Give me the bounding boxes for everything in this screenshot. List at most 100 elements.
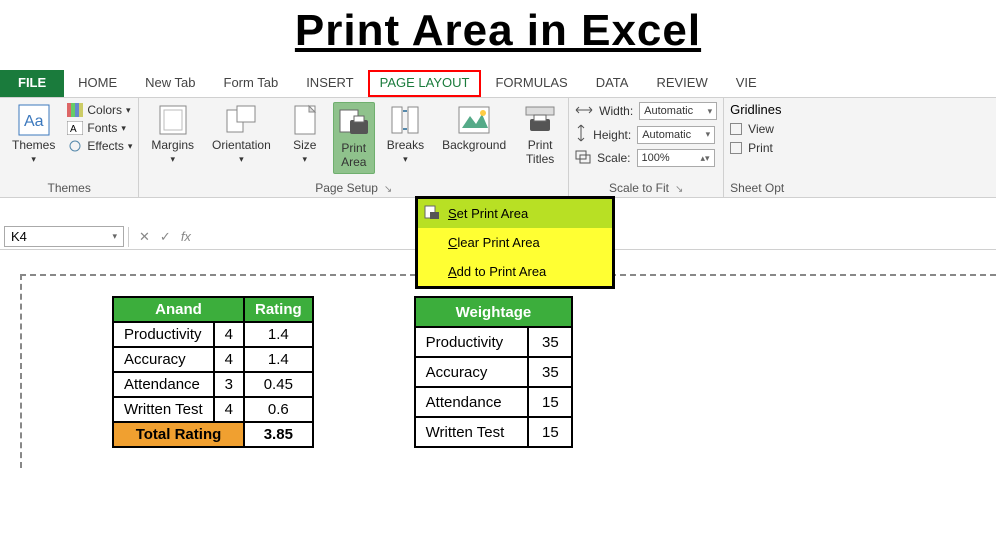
clear-print-area-item[interactable]: Clear Print Area bbox=[418, 228, 612, 257]
table-row[interactable]: Accuracy35 bbox=[415, 357, 573, 387]
table1-header-name: Anand bbox=[113, 297, 244, 322]
print-area-button[interactable]: Print Area bbox=[333, 102, 375, 174]
chevron-down-icon[interactable]: ▾ bbox=[112, 231, 117, 242]
background-label: Background bbox=[442, 138, 506, 152]
ribbon-tabs: FILE HOME New Tab Form Tab INSERT PAGE L… bbox=[0, 70, 996, 98]
colors-icon bbox=[67, 102, 83, 118]
dd-set-label: et Print Area bbox=[457, 206, 529, 221]
table-row[interactable]: Attendance15 bbox=[415, 387, 573, 417]
group-scale-label: Scale to Fit bbox=[609, 181, 669, 195]
dd-clear-label: lear Print Area bbox=[457, 235, 539, 250]
breaks-button[interactable]: Breaks▾ bbox=[381, 102, 430, 167]
group-themes: Aa Themes ▾ Colors▾ A Fonts▾ Effects▾ bbox=[0, 98, 139, 197]
tab-view[interactable]: VIE bbox=[722, 70, 771, 97]
table-row[interactable]: Accuracy41.4 bbox=[113, 347, 313, 372]
margins-label: Margins bbox=[151, 138, 194, 152]
table-row[interactable]: Written Test40.6 bbox=[113, 397, 313, 422]
dialog-launcher-icon[interactable]: ↘ bbox=[384, 184, 392, 195]
tab-review[interactable]: REVIEW bbox=[642, 70, 721, 97]
print-area-icon bbox=[338, 107, 370, 139]
fx-icon[interactable]: fx bbox=[181, 229, 191, 245]
table-row[interactable]: Attendance30.45 bbox=[113, 372, 313, 397]
breaks-label: Breaks bbox=[387, 138, 424, 152]
print-label: Print bbox=[748, 141, 773, 155]
total-row[interactable]: Total Rating3.85 bbox=[113, 422, 313, 447]
page-title: Print Area in Excel bbox=[0, 6, 996, 56]
background-button[interactable]: Background bbox=[436, 102, 512, 154]
width-label: Width: bbox=[599, 104, 633, 118]
print-titles-label: Print Titles bbox=[526, 138, 554, 166]
themes-button[interactable]: Aa Themes ▾ bbox=[6, 102, 61, 167]
size-button[interactable]: Size▾ bbox=[283, 102, 327, 167]
cancel-icon[interactable]: ✕ bbox=[139, 229, 150, 245]
gridlines-label: Gridlines bbox=[730, 102, 781, 117]
print-area-dropdown: Set Print Area Clear Print Area Add to P… bbox=[415, 196, 615, 289]
set-print-area-item[interactable]: Set Print Area bbox=[418, 199, 612, 228]
view-label: View bbox=[748, 122, 774, 136]
tab-pagelayout[interactable]: PAGE LAYOUT bbox=[368, 70, 482, 97]
background-icon bbox=[458, 104, 490, 136]
fonts-button[interactable]: A Fonts▾ bbox=[67, 120, 132, 136]
tab-newtab[interactable]: New Tab bbox=[131, 70, 209, 97]
effects-button[interactable]: Effects▾ bbox=[67, 138, 132, 154]
group-page-setup: Margins▾ Orientation▾ Size▾ Print Area B… bbox=[139, 98, 569, 197]
print-titles-button[interactable]: Print Titles bbox=[518, 102, 562, 168]
tab-home[interactable]: HOME bbox=[64, 70, 131, 97]
width-select[interactable]: Automatic▾ bbox=[639, 102, 717, 120]
scale-icon bbox=[575, 150, 591, 167]
breaks-icon bbox=[389, 104, 421, 136]
group-scale: Width: Automatic▾ Height: Automatic▾ Sca… bbox=[569, 98, 724, 197]
margins-button[interactable]: Margins▾ bbox=[145, 102, 200, 167]
orientation-button[interactable]: Orientation▾ bbox=[206, 102, 277, 167]
scale-input[interactable]: 100%▴▾ bbox=[637, 149, 715, 167]
chevron-down-icon: ▾ bbox=[31, 154, 36, 165]
orientation-label: Orientation bbox=[212, 138, 271, 152]
colors-button[interactable]: Colors▾ bbox=[67, 102, 132, 118]
table-row[interactable]: Productivity35 bbox=[415, 327, 573, 357]
effects-label: Effects bbox=[87, 139, 123, 153]
themes-icon: Aa bbox=[18, 104, 50, 136]
width-icon bbox=[575, 104, 593, 119]
scale-label: Scale: bbox=[597, 151, 630, 165]
print-titles-icon bbox=[524, 104, 556, 136]
group-sheet-options: Gridlines View Print Sheet Opt bbox=[724, 98, 790, 197]
fonts-icon: A bbox=[67, 120, 83, 136]
height-select[interactable]: Automatic▾ bbox=[637, 126, 715, 144]
height-icon bbox=[575, 124, 587, 145]
add-print-area-item[interactable]: Add to Print Area bbox=[418, 257, 612, 286]
tab-formtab[interactable]: Form Tab bbox=[210, 70, 293, 97]
svg-text:A: A bbox=[70, 124, 77, 135]
name-box-value: K4 bbox=[11, 229, 27, 244]
orientation-icon bbox=[225, 104, 257, 136]
print-checkbox[interactable] bbox=[730, 142, 742, 154]
ribbon: Aa Themes ▾ Colors▾ A Fonts▾ Effects▾ bbox=[0, 98, 996, 198]
table1-header-rating: Rating bbox=[244, 297, 313, 322]
group-sheet-label: Sheet Opt bbox=[730, 181, 784, 195]
size-label: Size bbox=[293, 138, 316, 152]
table-row[interactable]: Productivity41.4 bbox=[113, 322, 313, 347]
tab-insert[interactable]: INSERT bbox=[292, 70, 367, 97]
table2-header: Weightage bbox=[415, 297, 573, 327]
dialog-launcher-icon[interactable]: ↘ bbox=[675, 184, 683, 195]
name-box[interactable]: K4 ▾ bbox=[4, 226, 124, 247]
colors-label: Colors bbox=[87, 103, 122, 117]
effects-icon bbox=[67, 138, 83, 154]
fonts-label: Fonts bbox=[87, 121, 117, 135]
tab-data[interactable]: DATA bbox=[582, 70, 643, 97]
group-page-setup-label: Page Setup bbox=[315, 181, 378, 195]
tab-file[interactable]: FILE bbox=[0, 70, 64, 97]
enter-icon[interactable]: ✓ bbox=[160, 229, 171, 245]
height-label: Height: bbox=[593, 128, 631, 142]
group-themes-label: Themes bbox=[6, 181, 132, 195]
weightage-table: Weightage Productivity35 Accuracy35 Atte… bbox=[414, 296, 574, 448]
themes-label: Themes bbox=[12, 138, 55, 152]
set-print-area-icon bbox=[424, 205, 440, 221]
dd-add-label: dd to Print Area bbox=[457, 264, 547, 279]
view-checkbox[interactable] bbox=[730, 123, 742, 135]
tab-formulas[interactable]: FORMULAS bbox=[481, 70, 581, 97]
svg-text:Aa: Aa bbox=[24, 113, 44, 130]
rating-table: Anand Rating Productivity41.4 Accuracy41… bbox=[112, 296, 314, 448]
print-area-label: Print Area bbox=[341, 141, 366, 169]
size-icon bbox=[289, 104, 321, 136]
table-row[interactable]: Written Test15 bbox=[415, 417, 573, 447]
